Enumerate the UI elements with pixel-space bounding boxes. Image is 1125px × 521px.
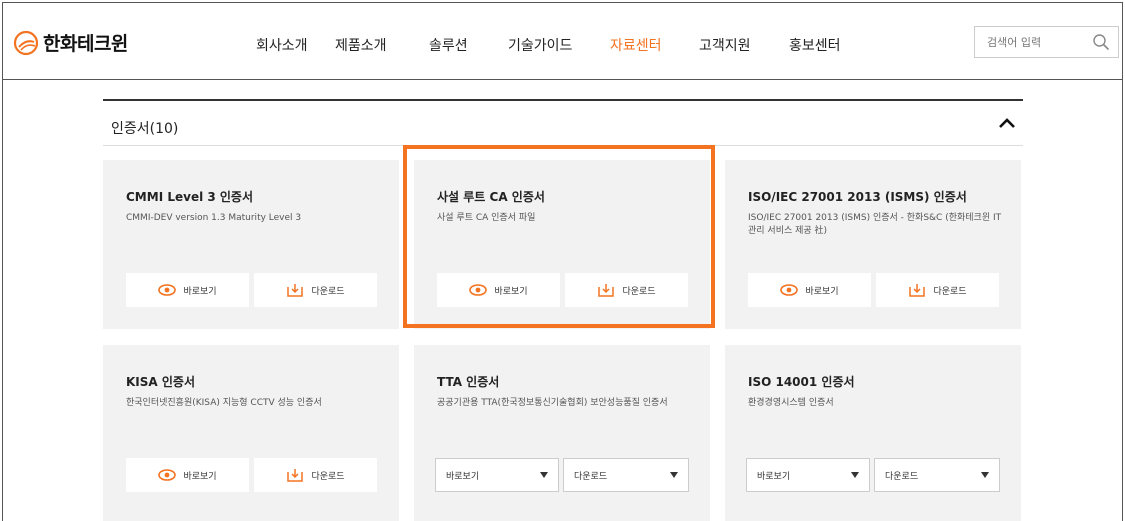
download-label: 다운로드 — [622, 285, 656, 296]
download-select-value: 다운로드 — [574, 471, 608, 482]
card-title: CMMI Level 3 인증서 — [126, 190, 254, 204]
card-description: 공공기관용 TTA(한국정보통신기술협회) 보안성능품질 인증서 — [437, 398, 668, 408]
nav-item-support[interactable]: 고객지원 — [699, 35, 751, 55]
nav-item-solutions[interactable]: 솔루션 — [429, 35, 468, 55]
card-title: ISO/IEC 27001 2013 (ISMS) 인증서 — [748, 190, 967, 204]
caret-down-icon — [851, 472, 859, 478]
card-title: KISA 인증서 — [126, 375, 195, 389]
nav-item-resource-center[interactable]: 자료센터 — [610, 35, 662, 55]
certificate-section-header: 인증서(10) — [103, 101, 1023, 146]
download-select[interactable]: 다운로드 — [563, 458, 689, 492]
card-title: 사설 루트 CA 인증서 — [437, 190, 545, 204]
view-label: 바로보기 — [805, 285, 839, 296]
download-button[interactable]: 다운로드 — [565, 273, 688, 307]
caret-down-icon — [981, 472, 989, 478]
caret-down-icon — [670, 472, 678, 478]
nav-item-tech-guide[interactable]: 기술가이드 — [508, 35, 572, 55]
caret-down-icon — [540, 472, 548, 478]
download-button[interactable]: 다운로드 — [254, 458, 377, 492]
chevron-up-icon[interactable] — [997, 113, 1017, 133]
card-title: ISO 14001 인증서 — [748, 375, 855, 389]
view-label: 바로보기 — [494, 285, 528, 296]
card-iso-14001: ISO 14001 인증서 환경경영시스템 인증서 바로보기 다운로드 — [725, 345, 1021, 521]
download-button[interactable]: 다운로드 — [876, 273, 999, 307]
nav-item-company[interactable]: 회사소개 — [256, 35, 308, 55]
download-icon — [287, 469, 304, 482]
card-iso-27001: ISO/IEC 27001 2013 (ISMS) 인증서 ISO/IEC 27… — [725, 160, 1021, 329]
view-button[interactable]: 바로보기 — [748, 273, 871, 307]
card-description: 환경경영시스템 인증서 — [748, 398, 834, 408]
search-input[interactable] — [975, 27, 1087, 57]
card-description: ISO/IEC 27001 2013 (ISMS) 인증서 - 한화S&C (한… — [748, 213, 1002, 236]
view-label: 바로보기 — [183, 470, 217, 481]
view-select[interactable]: 바로보기 — [435, 458, 559, 492]
card-title: TTA 인증서 — [437, 375, 500, 389]
card-description: 사설 루트 CA 인증서 파일 — [437, 213, 536, 223]
eye-icon — [780, 284, 799, 296]
main-nav: 회사소개 제품소개 솔루션 기술가이드 자료센터 고객지원 홍보센터 — [3, 35, 1122, 55]
view-select[interactable]: 바로보기 — [746, 458, 870, 492]
search-icon[interactable] — [1092, 33, 1110, 51]
view-button[interactable]: 바로보기 — [437, 273, 560, 307]
view-label: 바로보기 — [183, 285, 217, 296]
download-select-value: 다운로드 — [885, 471, 919, 482]
card-kisa: KISA 인증서 한국인터넷진흥원(KISA) 지능형 CCTV 성능 인증서 … — [103, 345, 399, 521]
download-label: 다운로드 — [311, 470, 345, 481]
download-icon — [287, 284, 304, 297]
download-select[interactable]: 다운로드 — [874, 458, 1000, 492]
view-button[interactable]: 바로보기 — [126, 458, 249, 492]
search-box — [974, 26, 1119, 58]
card-tta: TTA 인증서 공공기관용 TTA(한국정보통신기술협회) 보안성능품질 인증서… — [414, 345, 710, 521]
site-header: 한화테크윈 회사소개 제품소개 솔루션 기술가이드 자료센터 고객지원 홍보센터 — [3, 3, 1122, 80]
download-icon — [598, 284, 615, 297]
view-button[interactable]: 바로보기 — [126, 273, 249, 307]
view-select-value: 바로보기 — [446, 471, 480, 482]
card-description: 한국인터넷진흥원(KISA) 지능형 CCTV 성능 인증서 — [126, 398, 322, 408]
download-label: 다운로드 — [311, 285, 345, 296]
download-label: 다운로드 — [933, 285, 967, 296]
eye-icon — [469, 284, 488, 296]
card-cmmi: CMMI Level 3 인증서 CMMI-DEV version 1.3 Ma… — [103, 160, 399, 329]
download-icon — [909, 284, 926, 297]
eye-icon — [158, 469, 177, 481]
card-private-root-ca: 사설 루트 CA 인증서 사설 루트 CA 인증서 파일 바로보기 다운로드 — [414, 160, 710, 329]
card-description: CMMI-DEV version 1.3 Maturity Level 3 — [126, 213, 302, 223]
section-title: 인증서(10) — [111, 121, 179, 137]
nav-item-pr-center[interactable]: 홍보센터 — [789, 35, 841, 55]
download-button[interactable]: 다운로드 — [254, 273, 377, 307]
eye-icon — [158, 284, 177, 296]
view-select-value: 바로보기 — [757, 471, 791, 482]
nav-item-products[interactable]: 제품소개 — [335, 35, 387, 55]
